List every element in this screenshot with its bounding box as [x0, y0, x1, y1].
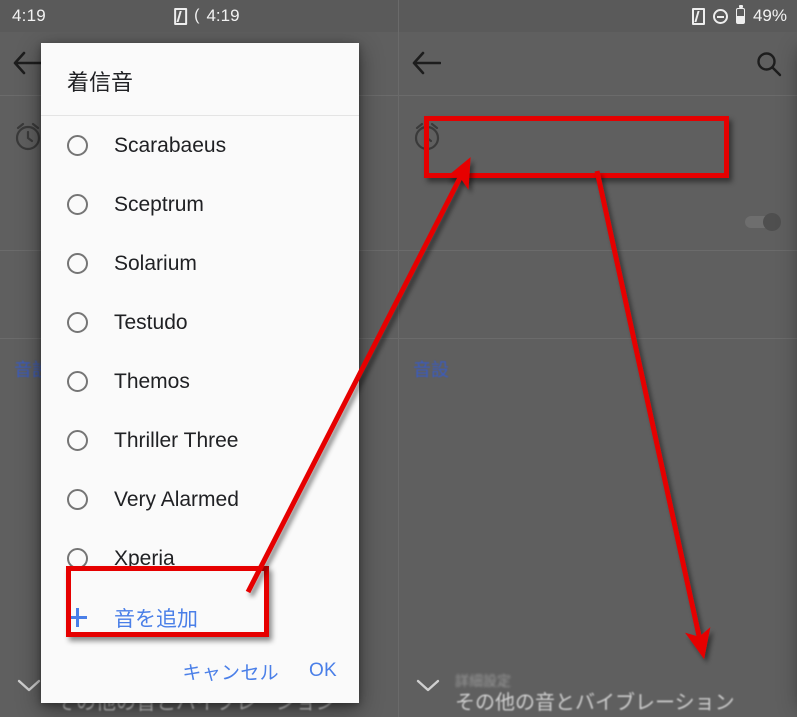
list-item-label: Scarabaeus — [114, 133, 227, 157]
status-right-group: 49% — [691, 5, 787, 26]
list-item-label: Xperia — [114, 546, 175, 570]
radio-button-icon[interactable] — [67, 430, 88, 451]
chevron-down-icon[interactable] — [16, 677, 42, 693]
add-sound-item[interactable]: 音を追加 — [41, 588, 359, 639]
radio-button-icon[interactable] — [67, 371, 88, 392]
back-arrow-icon[interactable] — [12, 50, 42, 76]
list-item[interactable]: Testudo — [41, 293, 359, 352]
do-not-disturb-icon — [712, 8, 728, 24]
list-item[interactable]: Sceptrum — [41, 175, 359, 234]
right-app-bar — [399, 32, 797, 95]
radio-button-icon[interactable] — [67, 312, 88, 333]
plus-icon — [67, 607, 88, 628]
search-icon[interactable] — [755, 50, 783, 78]
add-sound-label: 音を追加 — [114, 607, 198, 631]
radio-button-icon[interactable] — [67, 194, 88, 215]
toggle-switch[interactable] — [745, 212, 781, 232]
alarm-clock-icon — [414, 122, 440, 151]
right-background-screen: 音設 詳細設定 その他の音とバイブレーション — [399, 32, 797, 717]
list-item[interactable]: Themos — [41, 352, 359, 411]
left-dialog-actions: キャンセル OK — [41, 639, 359, 703]
battery-icon — [735, 5, 745, 24]
list-item[interactable]: Very Alarmed — [41, 470, 359, 529]
left-ringtone-dialog: 着信音 Scarabaeus Sceptrum Solarium Testudo — [41, 43, 359, 703]
list-item[interactable]: Thriller Three — [41, 411, 359, 470]
list-item[interactable]: Scarabaeus — [41, 116, 359, 175]
toggle-knob — [763, 213, 781, 231]
status-center-group: ( 4:19 — [174, 6, 240, 26]
list-item-label: Very Alarmed — [114, 487, 239, 511]
radio-button-icon[interactable] — [67, 489, 88, 510]
chevron-down-icon[interactable] — [415, 677, 441, 693]
left-ringtone-list[interactable]: Scarabaeus Sceptrum Solarium Testudo The… — [41, 116, 359, 639]
divider — [399, 250, 797, 251]
cancel-button[interactable]: キャンセル — [182, 658, 279, 685]
list-item-label: Themos — [114, 369, 190, 393]
battery-percent: 49% — [752, 6, 787, 25]
nfc-icon — [174, 7, 188, 25]
left-phone-screenshot: 音設 詳細設定 その他の音とバイブレーション 着信音 Scarabaeus Sc… — [0, 0, 398, 717]
list-item[interactable]: Xperia — [41, 529, 359, 588]
list-item-label: Thriller Three — [114, 428, 239, 452]
back-arrow-icon[interactable] — [411, 50, 441, 76]
status-paren: ( — [194, 7, 200, 24]
list-item[interactable]: Solarium — [41, 234, 359, 293]
right-bg-blue-text: 音設 — [413, 360, 449, 380]
radio-button-icon[interactable] — [67, 253, 88, 274]
divider — [399, 95, 797, 96]
screenshot-root: 音設 詳細設定 その他の音とバイブレーション 着信音 Scarabaeus Sc… — [0, 0, 797, 717]
alarm-clock-icon — [15, 122, 41, 151]
list-item-label: Testudo — [114, 310, 188, 334]
left-status-bar: 4:19 ( 4:19 — [0, 0, 398, 32]
status-clock: 4:19 — [12, 6, 46, 25]
left-dialog-title: 着信音 — [41, 43, 359, 116]
right-bg-bottom-text: その他の音とバイブレーション — [455, 692, 735, 714]
radio-button-icon[interactable] — [67, 135, 88, 156]
right-phone-screenshot: 音設 詳細設定 その他の音とバイブレーション 着信音 群青 Air — [399, 0, 797, 717]
right-status-bar: 49% — [399, 0, 797, 32]
divider — [399, 338, 797, 339]
nfc-icon — [691, 7, 705, 25]
ok-button[interactable]: OK — [309, 660, 337, 682]
list-item-label: Solarium — [114, 251, 197, 275]
list-item-label: Sceptrum — [114, 192, 204, 216]
status-center-clock: 4:19 — [206, 6, 240, 25]
radio-button-icon[interactable] — [67, 548, 88, 569]
